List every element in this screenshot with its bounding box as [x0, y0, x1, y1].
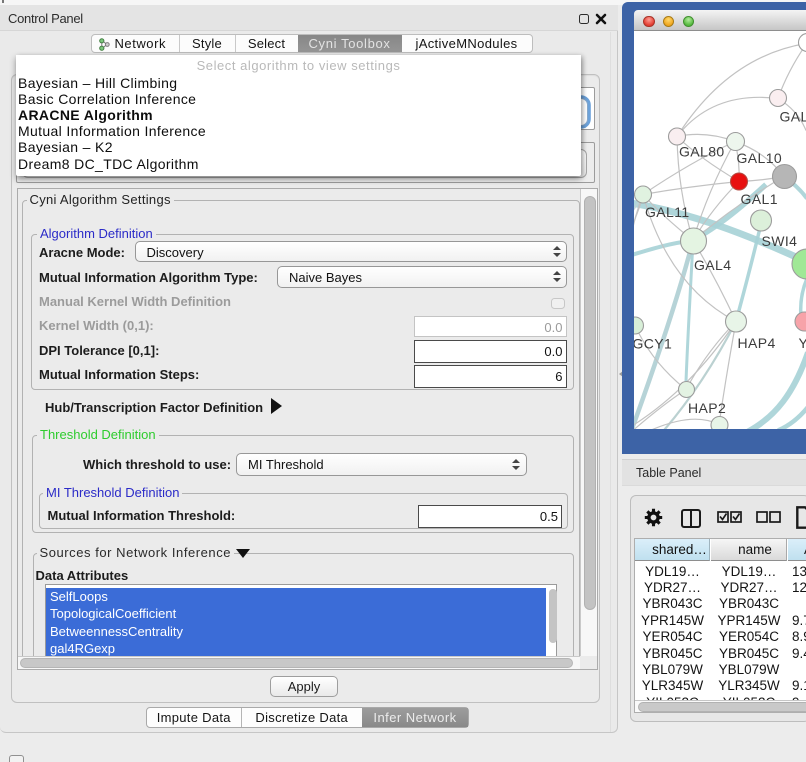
svg-text:GAL11: GAL11	[645, 204, 690, 220]
svg-text:GAL80: GAL80	[679, 143, 725, 159]
svg-text:SWI4: SWI4	[762, 233, 798, 249]
svg-text:GAL7: GAL7	[780, 108, 806, 124]
svg-text:GAL4: GAL4	[694, 257, 731, 273]
svg-text:HAP2: HAP2	[688, 400, 726, 416]
svg-text:GAL1: GAL1	[741, 191, 778, 207]
svg-text:Y: Y	[799, 335, 806, 351]
svg-text:GCY1: GCY1	[634, 335, 672, 351]
svg-text:HAP4: HAP4	[738, 335, 776, 351]
svg-text:GAL10: GAL10	[737, 150, 783, 166]
